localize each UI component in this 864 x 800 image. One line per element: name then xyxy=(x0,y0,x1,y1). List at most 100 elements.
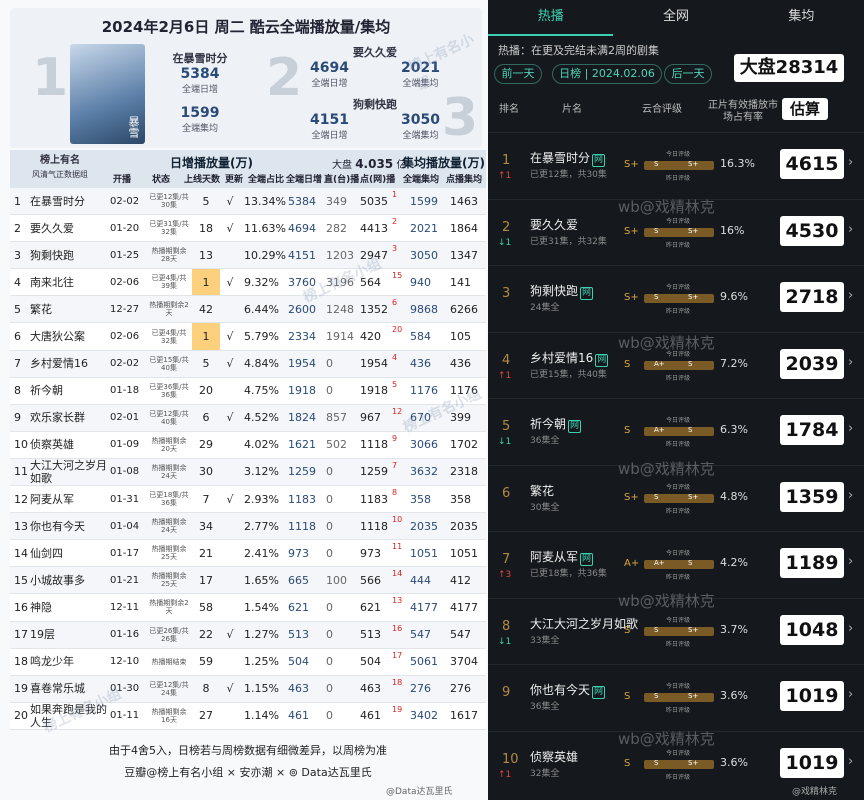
estimate-box: 1019 xyxy=(780,681,844,711)
episode-info: 已更15集，共40集 xyxy=(530,369,607,380)
net-value: 1918 xyxy=(360,384,388,398)
yesterday-label: 昨日评级 xyxy=(666,441,691,448)
grade-a: S xyxy=(654,625,659,634)
col-avg: 全端集均 xyxy=(403,175,440,185)
market-share: 7.2% xyxy=(720,356,748,370)
rank-number: 2 xyxy=(502,219,511,235)
chevron-right-icon[interactable]: › xyxy=(848,554,853,569)
web-tag: 网 xyxy=(595,353,609,367)
rank-change: ↑3 xyxy=(498,570,512,580)
list-item[interactable]: 1 ↑1 在暴雪时分网已更12集，共30集 今日评级 S+ S S+ 昨日评级 16.3% 461… xyxy=(488,132,864,198)
net-value: 5035 xyxy=(360,194,388,208)
chevron-right-icon[interactable]: › xyxy=(848,488,853,503)
col-update: 更新 xyxy=(225,175,244,185)
drama-title: 狗剩快跑网 xyxy=(530,284,594,300)
today-label: 今日评级 xyxy=(666,550,691,557)
share-value: 2.93% xyxy=(244,492,279,506)
tab-all[interactable]: 全网 xyxy=(613,0,738,36)
net-rank: 17 xyxy=(392,650,403,660)
chevron-right-icon[interactable]: › xyxy=(848,155,853,170)
net-rank: 8 xyxy=(392,488,398,498)
list-item[interactable]: 7 ↑3 阿麦从军网已更18集，共36集 今日评级 A+ A+ S 昨日评级 4.2% 1189 › xyxy=(488,531,864,597)
share-value: 4.84% xyxy=(244,357,279,371)
net-avg-value: 1702 xyxy=(450,438,478,452)
chevron-right-icon[interactable]: › xyxy=(848,222,853,237)
daily-value: 973 xyxy=(288,546,309,560)
net-avg-value: 3704 xyxy=(450,655,478,669)
chevron-right-icon[interactable]: › xyxy=(848,355,853,370)
col-rating: 云合评级 xyxy=(642,104,682,115)
status-text: 已更36集/共36集 xyxy=(149,382,189,399)
net-value: 967 xyxy=(360,411,381,425)
yesterday-label: 昨日评级 xyxy=(666,507,691,515)
rank-change: ↓1 xyxy=(498,437,512,447)
table-row: 5 繁花 12-27 热播期剩余2天 42 6.44% 2600 1248 1352 6 9868 6… xyxy=(10,296,486,324)
daily-value: 463 xyxy=(288,682,309,696)
date-selector[interactable]: 日榜 | 2024.02.06 xyxy=(552,64,662,84)
list-item[interactable]: 3 狗剩快跑网 24集全 今日评级 S+ S S+ 昨日评级 9.6% 2718 › xyxy=(488,265,864,331)
chevron-right-icon[interactable]: › xyxy=(848,754,853,769)
net-value: 1352 xyxy=(360,302,388,316)
yesterday-label: 昨日评级 xyxy=(666,640,691,648)
drama-title: 大江大河之岁月如歌 xyxy=(530,616,639,631)
chevron-right-icon[interactable]: › xyxy=(848,288,853,303)
update-mark: √ xyxy=(226,330,234,344)
rank-change: ↑1 xyxy=(498,171,512,181)
row-number: 19 xyxy=(14,682,28,696)
days-online: 6 xyxy=(202,411,210,425)
share-value: 5.79% xyxy=(244,330,279,344)
tv-value: 502 xyxy=(326,438,347,452)
status-text: 已更18集/共36集 xyxy=(149,491,189,508)
table-row: 12 阿麦从军 01-31 已更18集/共36集 7 √ 2.93% 1183 0 1183 8 35… xyxy=(10,486,486,514)
col-status: 状态 xyxy=(152,175,171,185)
col-title: 片名 xyxy=(562,104,582,115)
days-online: 34 xyxy=(199,519,213,533)
estimate-box: 4615 xyxy=(780,149,844,179)
update-mark xyxy=(222,567,238,593)
tv-value: 0 xyxy=(326,600,333,614)
share-value: 3.12% xyxy=(244,465,279,479)
row-number: 8 xyxy=(14,384,21,398)
episode-info: 已更31集，共32集 xyxy=(530,236,607,247)
list-item[interactable]: 9 你也有今天网 36集全 今日评级 S S S+ 昨日评级 3.6% 1019 › xyxy=(488,664,864,730)
update-mark: √ xyxy=(226,275,234,289)
net-rank: 12 xyxy=(392,406,403,416)
tab-avg[interactable]: 集均 xyxy=(739,0,864,36)
table-row: 17 19层 01-16 已更26集/共26集 22 √ 1.27% 513 0 513 16 547… xyxy=(10,621,486,649)
share-value: 4.52% xyxy=(244,411,279,425)
tab-hot[interactable]: 热播 xyxy=(488,0,614,36)
table-row: 16 神隐 12-11 热播期剩余2天 58 1.54% 621 0 621 13 4177 4177 xyxy=(10,594,486,622)
chevron-right-icon[interactable]: › xyxy=(848,421,853,436)
rank-change: ↓1 xyxy=(498,636,512,647)
tv-value: 857 xyxy=(326,411,347,425)
col-share: 正片有效播放市场占有率 xyxy=(708,100,778,123)
drama-title: 侦察英雄 xyxy=(30,438,74,452)
overall-grade: S xyxy=(624,425,631,436)
grade-a: S xyxy=(654,492,659,501)
start-date: 01-20 xyxy=(110,222,140,234)
net-avg-value: 141 xyxy=(450,275,471,289)
grade-b: S+ xyxy=(688,625,699,634)
start-date: 02-06 xyxy=(110,331,140,343)
row-number: 4 xyxy=(14,275,21,289)
row-number: 1 xyxy=(14,194,21,208)
net-value: 4413 xyxy=(360,221,388,235)
grade-b: S+ xyxy=(688,492,699,501)
avg-value: 358 xyxy=(410,492,431,506)
daily-value: 2334 xyxy=(288,330,316,344)
overall-grade: S+ xyxy=(624,292,639,303)
next-day-button[interactable]: 后一天 xyxy=(664,64,712,84)
chevron-right-icon[interactable]: › xyxy=(848,687,853,702)
daily-value: 1954 xyxy=(288,357,316,371)
days-online: 22 xyxy=(199,628,213,642)
update-mark xyxy=(222,432,238,458)
rating-bar: A+ S xyxy=(644,360,714,370)
list-item[interactable]: 5 ↓1 祈今朝网 36集全 今日评级 S A+ S 昨日评级 6.3% 1784 › xyxy=(488,398,864,464)
chevron-right-icon[interactable]: › xyxy=(848,621,853,636)
market-share: 4.8% xyxy=(720,489,748,503)
prev-day-button[interactable]: 前一天 xyxy=(494,64,542,84)
tv-value: 0 xyxy=(326,519,333,533)
net-rank: 4 xyxy=(392,352,398,362)
top3-header: 2024年2月6日 周二 酷云全端播放量/集均 1 暴雪 在暴雪时分 5384 … xyxy=(10,8,482,148)
rank-number-1: 1 xyxy=(32,48,69,108)
